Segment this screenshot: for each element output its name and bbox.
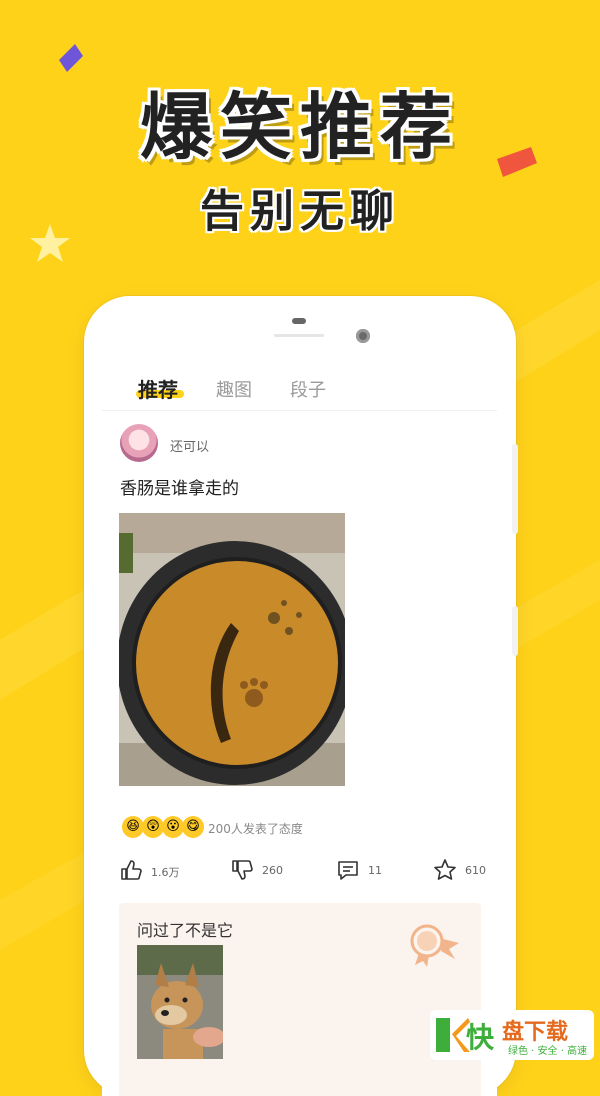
post-image[interactable] [119,513,345,786]
promo-headline: 爆笑推荐 [139,85,460,169]
post-photo [119,513,345,786]
like-count: 1.6万 [151,866,180,879]
comment-button[interactable]: 11 [336,858,396,884]
favorite-count: 610 [465,864,486,877]
emoji-laugh: 😆 [122,816,144,838]
star-icon [434,859,456,880]
phone-mockup: 推荐 趣图 段子 还可以 香肠是谁拿走的 😆 😲 😮 😋 200人发表了态度 1… [84,296,518,1096]
phone-side-button [512,444,518,534]
dislike-count: 260 [262,864,283,877]
emoji-shock: 😲 [142,816,164,838]
comment-count: 11 [368,864,382,877]
watermark-subtitle: 绿色 · 安全 · 高速 [508,1046,588,1057]
phone-speaker [292,318,306,324]
thumbs-down-icon [232,860,253,880]
top-comment-card[interactable]: 问过了不是它 [119,903,481,1096]
promo-subhead: 告别无聊 [200,186,400,237]
tab-bar: 推荐 趣图 段子 [102,366,497,411]
hot-comment-badge-icon [410,924,459,967]
dislike-button[interactable]: 260 [230,858,300,884]
emoji-surprised: 😮 [162,816,184,838]
thumbs-up-icon [121,860,142,880]
like-button[interactable]: 1.6万 [119,858,189,884]
avatar[interactable] [120,424,158,462]
phone-camera [356,329,370,343]
tab-funny-pics[interactable]: 趣图 [216,376,252,402]
phone-earpiece [274,334,324,337]
app-screen: 推荐 趣图 段子 还可以 香肠是谁拿走的 😆 😲 😮 😋 200人发表了态度 1… [102,366,497,1096]
post-action-bar: 1.6万 260 11 610 [102,858,497,888]
top-comment-image[interactable] [137,945,223,1059]
phone-side-button [512,606,518,656]
post-username[interactable]: 还可以 [170,436,209,455]
tab-recommend[interactable]: 推荐 [138,374,178,403]
favorite-button[interactable]: 610 [433,858,493,884]
dog-photo [137,945,223,1059]
comment-icon [338,861,358,880]
download-site-watermark: 快 盘下载 绿色 · 安全 · 高速 [430,1010,594,1060]
reaction-count-text: 200人发表了态度 [208,822,303,836]
tab-jokes[interactable]: 段子 [290,376,326,402]
watermark-char: 快 [466,1021,495,1054]
top-comment-text: 问过了不是它 [137,921,234,940]
post-title[interactable]: 香肠是谁拿走的 [120,474,239,499]
emoji-yum: 😋 [182,816,204,838]
